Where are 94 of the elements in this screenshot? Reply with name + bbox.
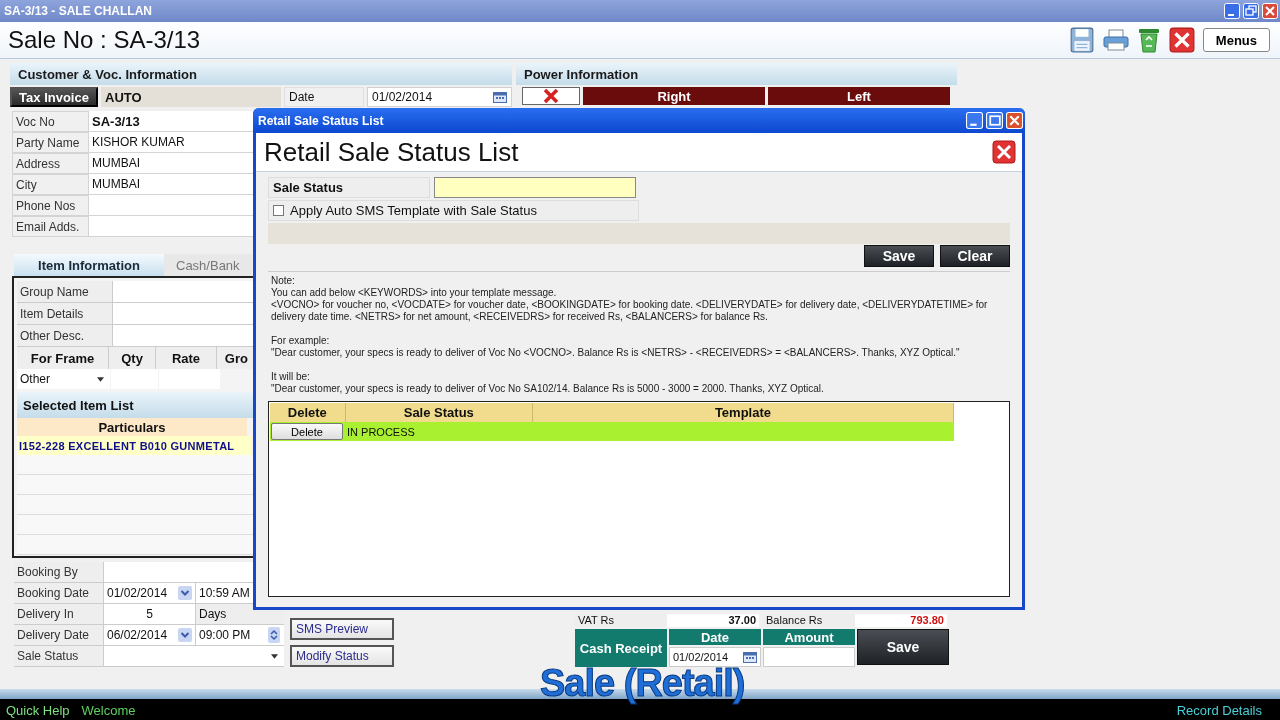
time-field[interactable]: 09:00 PM: [196, 625, 284, 645]
window-title: SA-3/13 - SALE CHALLAN: [4, 4, 152, 18]
status-link[interactable]: Record Details: [1176, 702, 1262, 718]
cash-receipt-label: Cash Receipt: [575, 629, 667, 667]
column-header: Left: [768, 87, 950, 105]
field-label: Other Desc.: [17, 325, 113, 346]
sale-status-field[interactable]: [434, 177, 636, 198]
column-header: Date: [669, 629, 761, 645]
column-header: Sale Status: [345, 403, 533, 422]
number-field[interactable]: 5: [104, 604, 196, 624]
note-text: Note:: [271, 275, 296, 287]
checkbox[interactable]: [273, 205, 284, 216]
menus-button[interactable]: Menus: [1202, 28, 1270, 52]
note-text: It will be:: [271, 371, 311, 383]
status-text: Quick Help: [6, 702, 70, 718]
qty-field[interactable]: [111, 369, 158, 389]
calendar-icon[interactable]: [743, 651, 757, 663]
date-field[interactable]: 01/02/2014: [669, 647, 761, 667]
delete-button[interactable]: Delete: [271, 423, 343, 440]
amount-value: 37.00: [667, 614, 759, 627]
close-icon[interactable]: [992, 140, 1016, 164]
field-label: Party Name: [12, 132, 89, 152]
rate-field[interactable]: [159, 369, 220, 389]
checkbox-label: Apply Auto SMS Template with Sale Status: [290, 203, 537, 218]
field-value: 01/02/2014: [372, 90, 433, 104]
calendar-icon[interactable]: [493, 91, 507, 103]
field-label: Date: [284, 87, 364, 107]
dropdown-caret-icon[interactable]: [271, 653, 278, 659]
page-title: Sale No : SA-3/13: [8, 26, 201, 54]
spinner-icon[interactable]: [268, 627, 280, 643]
amount-field[interactable]: [763, 647, 855, 667]
dialog-heading: Retail Sale Status List: [264, 136, 519, 168]
action-button[interactable]: Clear: [940, 245, 1010, 267]
column-header: Qty: [109, 347, 157, 369]
field-label: Delivery In: [14, 604, 104, 624]
printer-icon[interactable]: [1102, 28, 1129, 52]
text-field[interactable]: KISHOR KUMAR: [89, 132, 254, 152]
field-label: Sale Status: [14, 646, 104, 666]
text-field[interactable]: MUMBAI: [89, 174, 254, 194]
column-header: Right: [583, 87, 765, 105]
note-text: You can add below <KEYWORDS> into your template message.: [271, 287, 558, 299]
column-header: Particulars: [17, 418, 247, 436]
minimize-icon[interactable]: [1224, 3, 1240, 19]
text-field[interactable]: MUMBAI: [89, 153, 254, 173]
text-field[interactable]: SA-3/13: [89, 111, 254, 131]
field-label: Address: [12, 153, 89, 173]
action-button[interactable]: Modify Status: [290, 645, 394, 667]
dropdown-caret-icon[interactable]: [97, 376, 104, 382]
restore-icon[interactable]: [1243, 3, 1259, 19]
note-text: "Dear customer, your specs is ready to deliver of Voc No SA102/14. Balance Rs is 5000 - 3000 = 2000. Thanks, XYZ Optical.: [271, 383, 825, 395]
amount-value: 793.80: [855, 614, 947, 627]
note-text: <VOCNO> for voucher no, <VOCDATE> for voucher date, <BOOKINGDATE> for booking date. <DELIVERYDATE> for delivery date, <DELIVERYDATETIME> for delivery date time. <NETRS> for net amount, <RECEIVEDRS> for received Rs, <BALANCERS> for balance Rs.: [271, 299, 989, 323]
note-text: For example:: [271, 335, 331, 347]
list-row[interactable]: I152-228 EXCELLENT B010 GUNMETAL: [17, 436, 251, 455]
date-field[interactable]: 06/02/2014: [104, 625, 196, 645]
field-label: Sale Status: [268, 177, 430, 198]
text-field[interactable]: [89, 195, 254, 215]
column-header: Rate: [156, 347, 217, 369]
section-header: Power Information: [516, 63, 957, 85]
recycle-bin-icon[interactable]: [1136, 27, 1161, 53]
field-label: Group Name: [17, 281, 113, 302]
frame-type-dropdown[interactable]: Other: [17, 369, 110, 389]
section-header: Customer & Voc. Information: [10, 63, 512, 85]
field-label: Phone Nos: [12, 195, 89, 215]
date-field[interactable]: 01/02/2014: [104, 583, 196, 603]
status-text: Welcome: [81, 702, 136, 718]
dialog-title: Retail Sale Status List: [258, 113, 384, 128]
table-cell-text: IN PROCESS: [346, 425, 416, 438]
field-label: Booking By: [14, 562, 104, 582]
field-label: City: [12, 174, 89, 194]
note-text: "Dear customer, your specs is ready to deliver of Voc No <VOCNO>. Balance Rs is <NETRS> - <RECEIVEDRS> = <BALANCERS>. Thanks, XYZ Optical.": [271, 347, 961, 359]
field-label: Item Details: [17, 303, 113, 324]
tab[interactable]: Item Information: [14, 254, 164, 276]
action-button[interactable]: Save: [864, 245, 934, 267]
column-header: Amount: [763, 629, 855, 645]
maximize-icon[interactable]: [986, 112, 1003, 129]
close-icon[interactable]: [1168, 27, 1195, 53]
invoice-type-button[interactable]: Tax Invoice: [10, 87, 98, 107]
column-header: Template: [532, 403, 954, 422]
field-label: Booking Date: [14, 583, 104, 603]
invoice-number-field[interactable]: AUTO: [101, 87, 281, 107]
minimize-icon[interactable]: [966, 112, 983, 129]
field-label: Delivery Date: [14, 625, 104, 645]
tab[interactable]: Cash/Bank: [164, 254, 252, 276]
column-header: For Frame: [17, 347, 110, 369]
save-button[interactable]: Save: [857, 629, 949, 665]
column-header: Delete: [270, 403, 346, 422]
text-field[interactable]: [89, 216, 254, 236]
save-icon[interactable]: [1068, 27, 1095, 53]
close-icon[interactable]: [543, 88, 559, 104]
field-label: Email Adds.: [12, 216, 89, 236]
date-field[interactable]: 01/02/2014: [367, 87, 512, 107]
field-label: Voc No: [12, 111, 89, 131]
action-button[interactable]: SMS Preview: [290, 618, 394, 640]
